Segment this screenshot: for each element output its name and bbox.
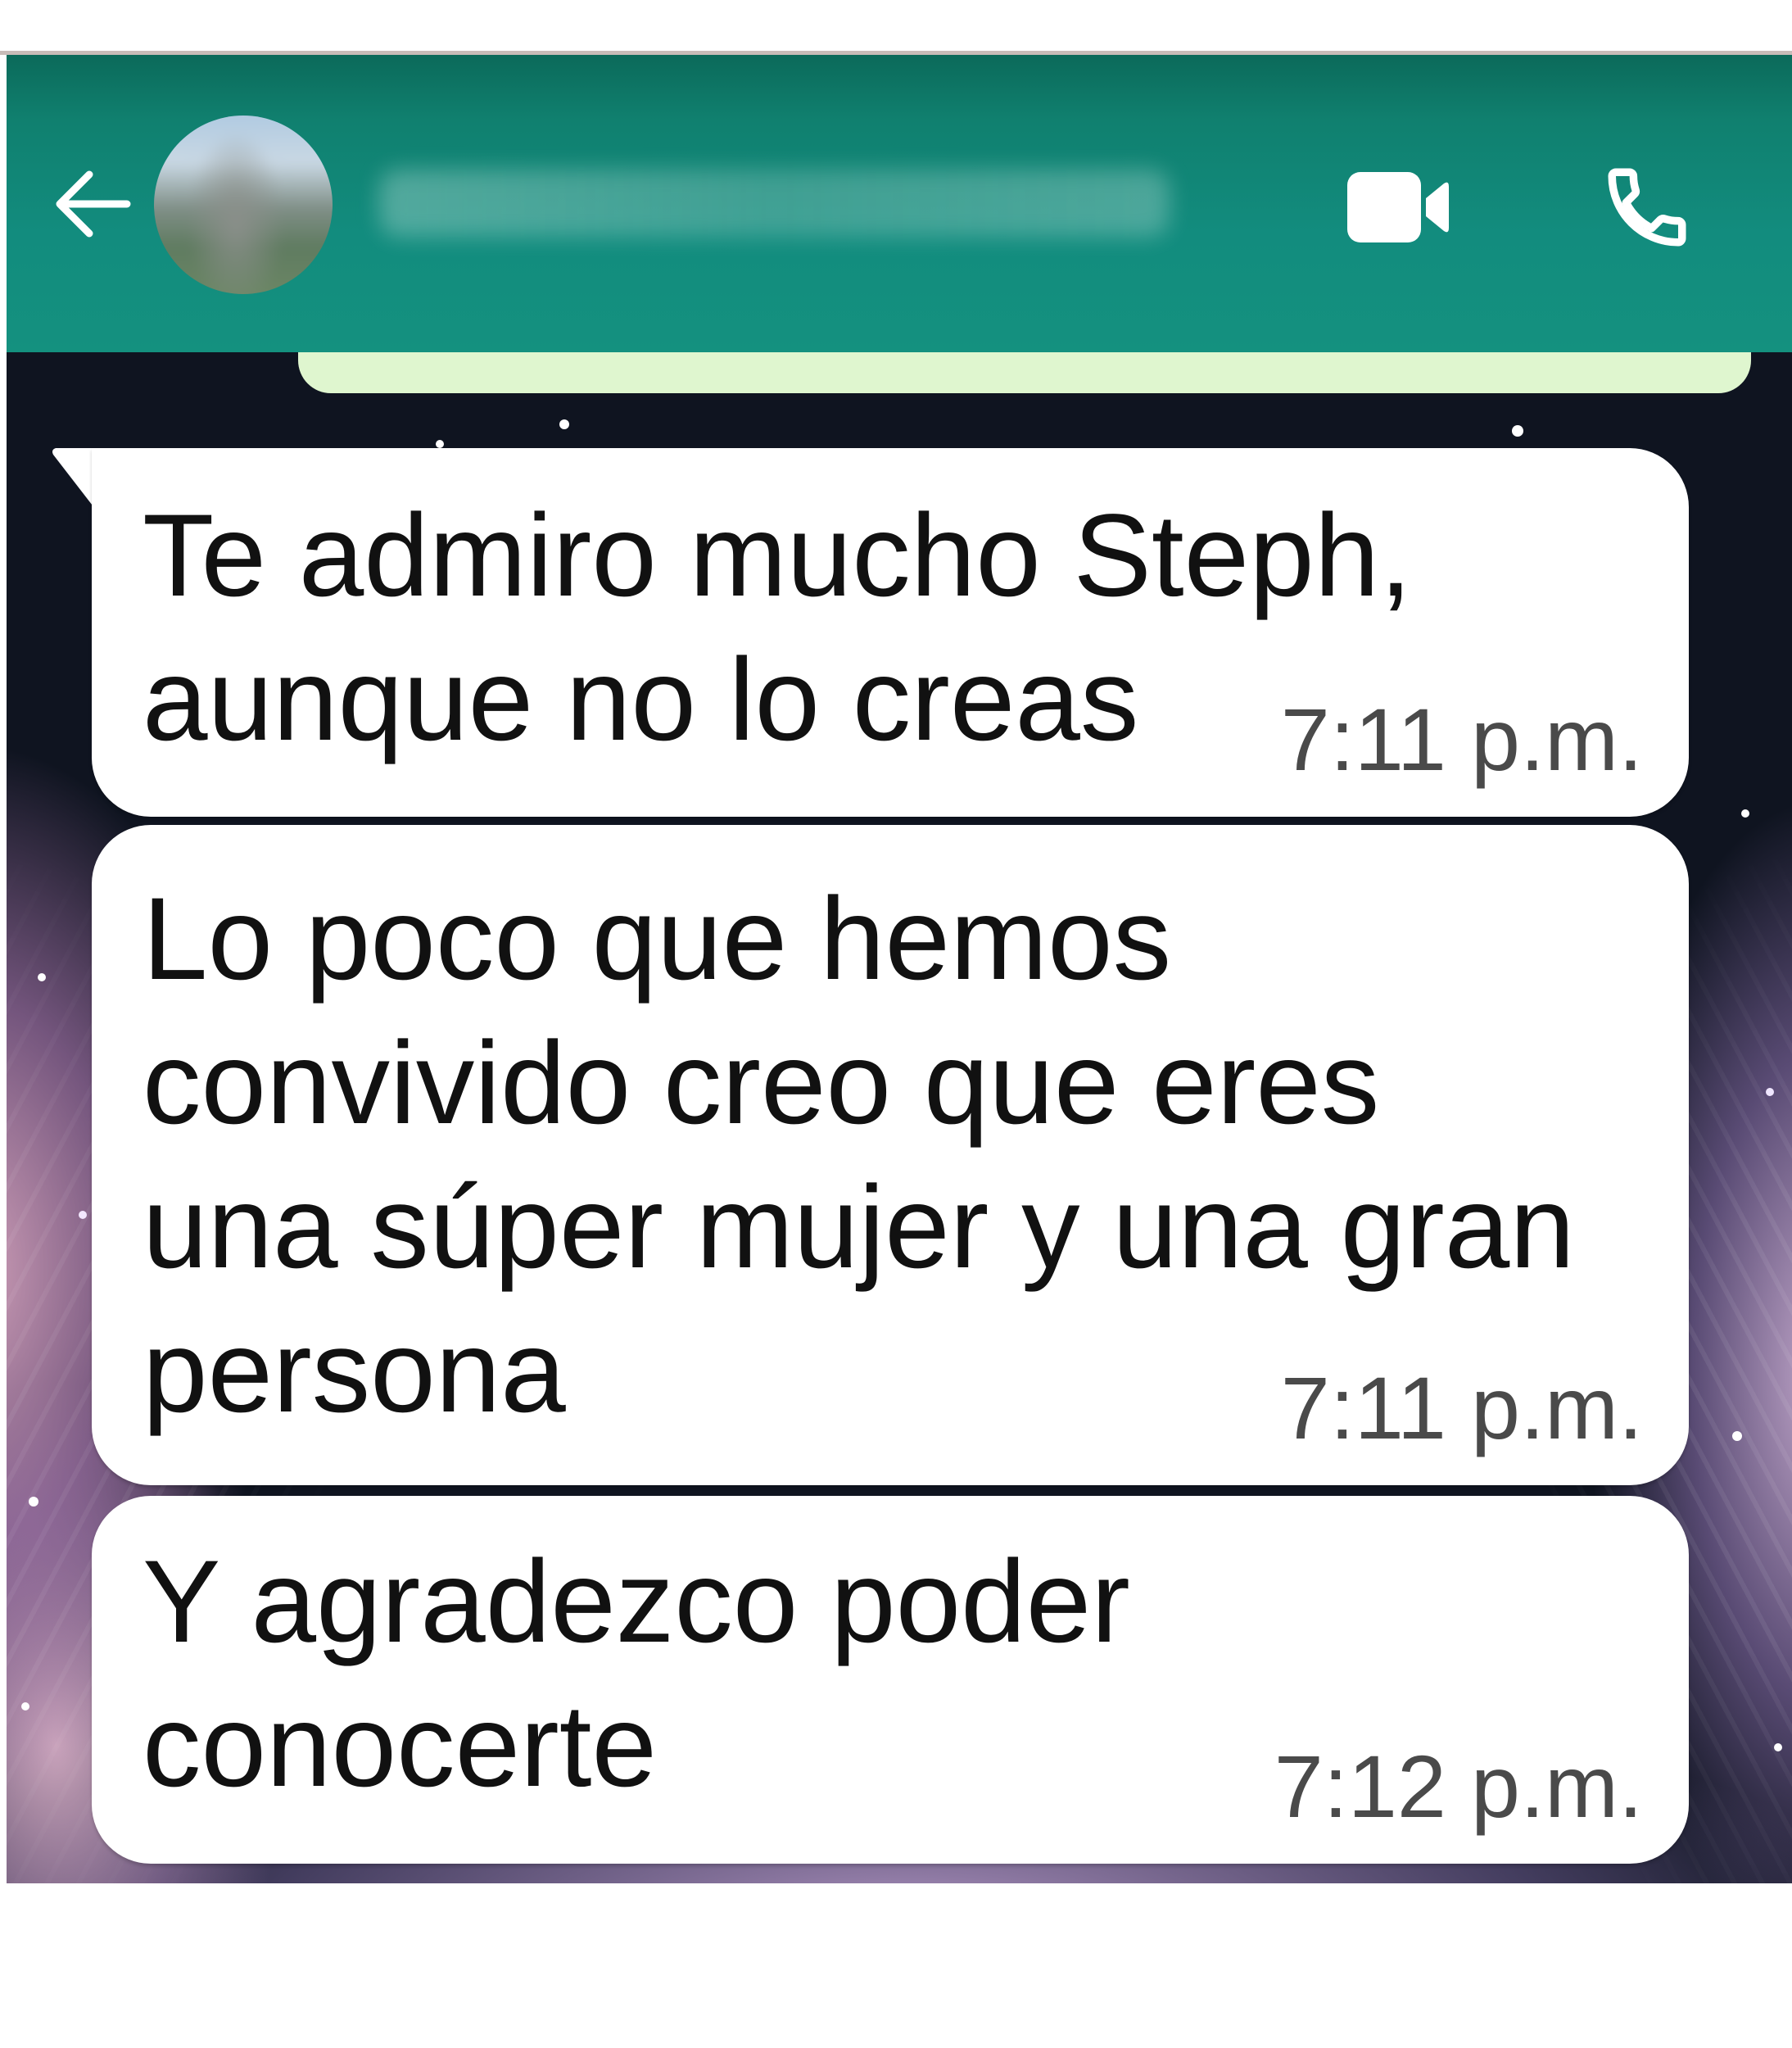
message-text-line: Y agradezco poder (143, 1537, 1130, 1667)
message-text-line: Lo poco que hemos (143, 874, 1172, 1004)
wallpaper-stars (7, 352, 11, 357)
message-bubble[interactable]: Lo poco que hemos convivido creo que ere… (92, 825, 1689, 1485)
phone-icon (1608, 168, 1686, 247)
video-call-button[interactable] (1346, 170, 1450, 244)
contact-avatar[interactable] (154, 116, 333, 294)
message-text-line: convivido creo que eres (143, 1018, 1380, 1149)
message-timestamp: 7:12 p.m. (1274, 1737, 1643, 1836)
message-timestamp: 7:11 p.m. (1280, 690, 1643, 789)
contact-name-blurred[interactable] (379, 170, 1170, 237)
bubble-tail (52, 448, 95, 509)
chat-header (7, 55, 1792, 352)
video-camera-icon (1347, 172, 1449, 242)
message-bubble[interactable]: Y agradezco poder conocerte 7:12 p.m. (92, 1496, 1689, 1864)
message-text-line: Te admiro mucho Steph, (143, 491, 1412, 621)
avatar-photo (154, 116, 333, 294)
voice-call-button[interactable] (1600, 161, 1694, 254)
message-timestamp: 7:11 p.m. (1280, 1358, 1643, 1457)
back-button[interactable] (50, 165, 132, 243)
message-text-line: una súper mujer y una gran (143, 1162, 1575, 1293)
arrow-left-icon (56, 170, 131, 238)
message-bubble[interactable]: Te admiro mucho Steph, aunque no lo crea… (92, 448, 1689, 817)
